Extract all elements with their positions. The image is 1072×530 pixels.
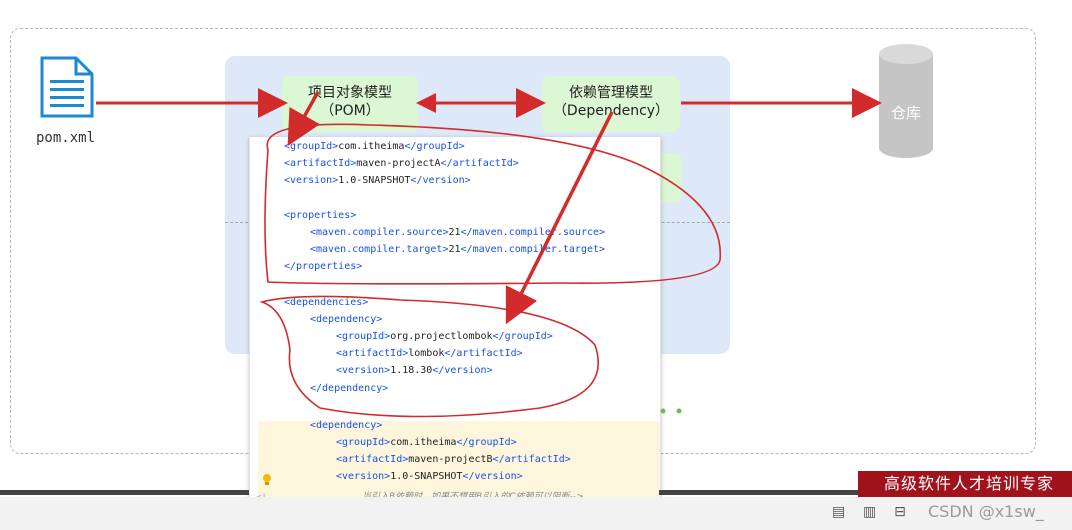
toolbar-icon-2[interactable]: ▥	[863, 504, 876, 520]
code-value: 1.0-SNAPSHOT	[338, 175, 411, 186]
status-strip	[0, 497, 1072, 530]
code-open-tag: <groupId>	[336, 437, 391, 448]
code-close-tag: </version>	[432, 365, 493, 376]
code-line: <artifactId>lombok</artifactId>	[336, 348, 523, 359]
code-tag: </dependency>	[310, 383, 389, 394]
toolbar-icons[interactable]: ▤ ▥ ⊟	[832, 504, 906, 520]
code-line: </properties>	[284, 261, 362, 272]
code-open-tag: <maven.compiler.target>	[310, 244, 449, 255]
code-value: 1.18.30	[390, 365, 433, 376]
code-open-tag: <groupId>	[284, 141, 339, 152]
code-open-tag: <version>	[284, 175, 339, 186]
brand-banner: 高级软件人才培训专家	[858, 471, 1072, 497]
code-line: <dependencies>	[284, 297, 368, 308]
dependency-model-box: 依赖管理模型 （Dependency）	[542, 76, 680, 132]
code-tag: <properties>	[284, 210, 357, 221]
code-close-tag: </maven.compiler.target>	[460, 244, 606, 255]
pom-model-box: 项目对象模型 （POM）	[282, 76, 418, 132]
code-editor[interactable]: <groupId>com.itheima</groupId> <artifactI…	[249, 137, 661, 530]
dependency-model-subtitle: （Dependency）	[552, 103, 670, 119]
code-close-tag: </groupId>	[456, 437, 517, 448]
code-close-tag: </maven.compiler.source>	[460, 227, 606, 238]
pom-model-subtitle: （POM）	[320, 103, 380, 119]
code-value: 1.0-SNAPSHOT	[390, 471, 463, 482]
code-close-tag: </groupId>	[404, 141, 465, 152]
code-line: <groupId>com.itheima</groupId>	[336, 437, 517, 448]
code-value: org.projectlombok	[390, 331, 493, 342]
code-line: <version>1.0-SNAPSHOT</version>	[284, 175, 471, 186]
code-open-tag: <artifactId>	[336, 348, 409, 359]
code-line: <version>1.0-SNAPSHOT</version>	[336, 471, 523, 482]
code-close-tag: </version>	[410, 175, 471, 186]
code-value: 21	[448, 227, 461, 238]
code-tag: </properties>	[284, 261, 363, 272]
code-value: maven-projectA	[356, 158, 441, 169]
code-value: lombok	[408, 348, 445, 359]
code-value: com.itheima	[338, 141, 405, 152]
code-close-tag: </artifactId>	[440, 158, 519, 169]
dots-icon	[660, 408, 682, 414]
code-line: <groupId>org.projectlombok</groupId>	[336, 331, 553, 342]
code-tag: <dependencies>	[284, 297, 369, 308]
bottom-bar	[0, 490, 249, 495]
code-open-tag: <artifactId>	[284, 158, 357, 169]
code-close-tag: </groupId>	[492, 331, 553, 342]
code-line: <properties>	[284, 210, 356, 221]
toolbar-icon-3[interactable]: ⊟	[894, 504, 906, 520]
code-open-tag: <maven.compiler.source>	[310, 227, 449, 238]
code-open-tag: <version>	[336, 365, 391, 376]
pom-file-label: pom.xml	[36, 130, 96, 146]
code-open-tag: <artifactId>	[336, 454, 409, 465]
code-line: <version>1.18.30</version>	[336, 365, 493, 376]
code-close-tag: </artifactId>	[492, 454, 571, 465]
code-line: <dependency>	[310, 314, 382, 325]
code-line: <groupId>com.itheima</groupId>	[284, 141, 465, 152]
database-icon	[879, 44, 933, 158]
bottom-bar-right	[659, 490, 859, 495]
dependency-model-title: 依赖管理模型	[569, 85, 653, 101]
code-tag: <dependency>	[310, 420, 383, 431]
lightbulb-icon[interactable]	[262, 473, 272, 487]
code-close-tag: </artifactId>	[444, 348, 523, 359]
toolbar-icon-1[interactable]: ▤	[832, 504, 845, 520]
document-icon	[40, 56, 94, 118]
code-line: <dependency>	[310, 420, 382, 431]
csdn-watermark: CSDN @x1sw_	[928, 502, 1044, 521]
code-line: <artifactId>maven-projectA</artifactId>	[284, 158, 519, 169]
code-open-tag: <groupId>	[336, 331, 391, 342]
code-line: <maven.compiler.source>21</maven.compile…	[310, 227, 605, 238]
pom-model-title: 项目对象模型	[308, 85, 392, 101]
repository-label: 仓库	[890, 104, 921, 122]
code-line: <maven.compiler.target>21</maven.compile…	[310, 244, 605, 255]
code-open-tag: <version>	[336, 471, 391, 482]
code-tag: <dependency>	[310, 314, 383, 325]
code-line: <artifactId>maven-projectB</artifactId>	[336, 454, 571, 465]
code-line: </dependency>	[310, 383, 388, 394]
code-value: 21	[448, 244, 461, 255]
code-close-tag: </version>	[462, 471, 523, 482]
code-value: com.itheima	[390, 437, 457, 448]
code-value: maven-projectB	[408, 454, 493, 465]
